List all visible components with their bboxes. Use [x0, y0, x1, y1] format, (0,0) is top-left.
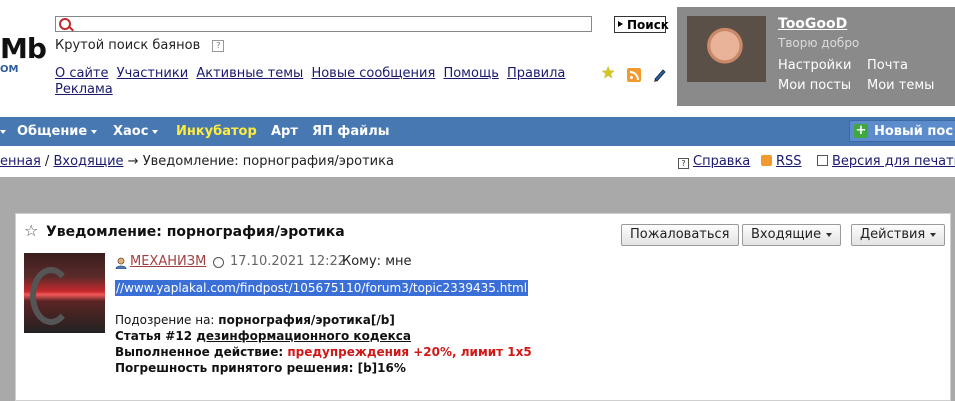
star-icon[interactable]: ★ [601, 65, 615, 81]
rss-icon[interactable] [627, 68, 641, 82]
arrow-icon [618, 21, 623, 27]
site-logo[interactable]: Mb OM [0, 30, 47, 80]
chevron-down-icon [91, 129, 98, 134]
link-mail[interactable]: Почта [867, 58, 908, 73]
action-label: Выполненное действие: [115, 345, 288, 359]
post-recipient: Кому: мне [342, 254, 412, 269]
link-ads[interactable]: Реклама [55, 82, 113, 97]
crumb-first[interactable]: енная [0, 154, 41, 169]
chevron-down-icon [930, 232, 937, 237]
breadcrumb: енная / Входящие → Уведомление: порногра… [0, 154, 394, 169]
logo-domain: OM [0, 64, 19, 75]
search-button-label: Поиск [627, 17, 669, 32]
main-nav: Общение Хаос Инкубатор Арт ЯП файлы + Но… [0, 117, 955, 146]
rss-icon [761, 155, 772, 166]
inbox-button[interactable]: Входящие [742, 224, 842, 246]
nav-item-files[interactable]: ЯП файлы [312, 124, 389, 139]
nav-caret-left[interactable] [0, 124, 6, 139]
nav-item-chat[interactable]: Общение [17, 124, 98, 139]
tool-help-link[interactable]: Справка [693, 154, 750, 169]
link-about[interactable]: О сайте [55, 66, 109, 81]
error-line: Погрешность принятого решения: [b]16% [115, 360, 915, 376]
search-button[interactable]: Поиск [614, 16, 669, 33]
nav-item-incubator[interactable]: Инкубатор [176, 124, 257, 139]
post-body: Подозрение на: порнография/эротика[/b] С… [115, 312, 915, 376]
avatar[interactable] [687, 16, 766, 82]
search-input[interactable] [72, 17, 582, 31]
nav-label: Общение [17, 124, 88, 139]
tagline-text: Крутой поиск баянов [55, 38, 201, 53]
print-icon [817, 155, 828, 166]
username-link[interactable]: TooGooD [778, 16, 847, 32]
nav-label: Хаос [113, 124, 149, 139]
action-line: Выполненное действие: предупреждения +20… [115, 344, 915, 360]
top-links: О сайте Участники Активные темы Новые со… [55, 66, 600, 98]
tool-print[interactable]: Версия для печати [817, 154, 955, 169]
tool-help[interactable]: ? Справка [678, 154, 750, 169]
chevron-down-icon [0, 129, 6, 134]
search-tagline: Крутой поиск баянов ? [55, 38, 225, 53]
link-my-posts[interactable]: Мои посты [778, 78, 851, 93]
search-field[interactable] [55, 16, 592, 32]
clock-icon [213, 257, 224, 268]
suspect-label: Подозрение на: [115, 313, 219, 327]
search-icon [59, 18, 71, 30]
chevron-down-icon [826, 232, 833, 237]
chevron-down-icon [152, 129, 159, 134]
nav-item-art[interactable]: Арт [271, 124, 298, 139]
crumb-current: Уведомление: порнография/эротика [142, 154, 394, 169]
nav-item-chaos[interactable]: Хаос [113, 124, 159, 139]
message-card: ☆ Уведомление: порнография/эротика Пожал… [15, 213, 951, 401]
actions-label: Действия [860, 227, 926, 242]
error-label: Погрешность принятого решения: [115, 361, 358, 375]
post-link[interactable]: //www.yaplakal.com/findpost/105675110/fo… [115, 280, 529, 296]
link-rules[interactable]: Правила [507, 66, 565, 81]
post-title: Уведомление: порнография/эротика [46, 224, 345, 240]
star-icon[interactable]: ☆ [24, 223, 38, 239]
link-active-topics[interactable]: Активные темы [196, 66, 303, 81]
suspect-value: порнография/эротика[/b] [218, 313, 395, 327]
link-my-topics[interactable]: Мои темы [867, 78, 934, 93]
user-panel: TooGooD Творю добро Настройки Почта Мои … [677, 7, 955, 106]
inbox-label: Входящие [751, 227, 822, 242]
article-line: Статья #12 дезинформационного кодекса [115, 328, 915, 344]
author-avatar[interactable] [24, 253, 105, 333]
article-link[interactable]: дезинформационного кодекса [196, 329, 411, 343]
help-icon: ? [678, 158, 689, 169]
link-help[interactable]: Помощь [443, 66, 498, 81]
tool-rss[interactable]: RSS [761, 154, 802, 169]
link-members[interactable]: Участники [117, 66, 189, 81]
help-icon[interactable]: ? [212, 39, 225, 52]
tool-print-link[interactable]: Версия для печати [832, 154, 955, 169]
user-icon [115, 257, 127, 269]
plus-icon: + [854, 123, 868, 138]
logo-text: Mb [0, 32, 47, 65]
error-value: [b]16% [357, 361, 406, 375]
link-settings[interactable]: Настройки [778, 58, 851, 73]
user-title: Творю добро [778, 36, 860, 50]
post-date: 17.10.2021 12:22 [230, 254, 347, 269]
link-new-messages[interactable]: Новые сообщения [311, 66, 435, 81]
tool-rss-link[interactable]: RSS [776, 154, 802, 169]
crumb-inbox[interactable]: Входящие [53, 154, 123, 169]
report-label: Пожаловаться [630, 227, 730, 242]
author-link[interactable]: МЕХАНИЗМ [130, 254, 206, 269]
new-post-button[interactable]: + Новый пос [849, 120, 955, 142]
report-button[interactable]: Пожаловаться [621, 224, 739, 246]
crumb-sep: / [40, 154, 54, 169]
actions-button[interactable]: Действия [851, 224, 946, 246]
pen-icon[interactable] [652, 66, 668, 82]
crumb-arrow: → [123, 154, 143, 169]
suspect-line: Подозрение на: порнография/эротика[/b] [115, 312, 915, 328]
action-value: предупреждения +20%, лимит 1х5 [287, 345, 532, 359]
new-post-label: Новый пос [874, 124, 954, 139]
article-prefix: Статья #12 [115, 329, 197, 343]
